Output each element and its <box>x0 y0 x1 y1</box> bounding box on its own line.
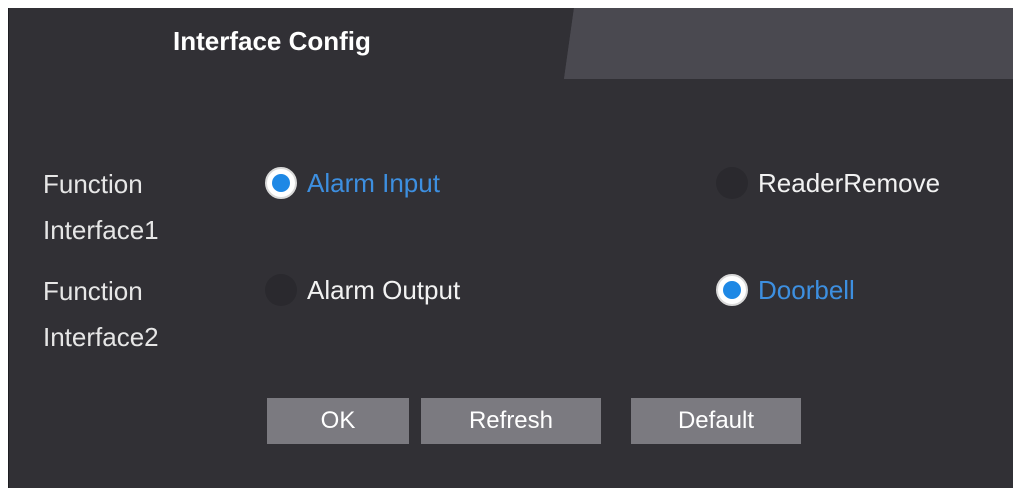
radio-doorbell-label: Doorbell <box>758 274 855 305</box>
ok-button[interactable]: OK <box>267 398 409 444</box>
tab-strip-background <box>564 8 1013 79</box>
refresh-button[interactable]: Refresh <box>421 398 601 444</box>
interface-config-panel: Interface Config Function Interface1 Ala… <box>8 8 1013 488</box>
function-interface2-label-line2: Interface2 <box>43 322 159 352</box>
tab-strip-edge <box>554 8 594 79</box>
radio-alarm-input[interactable]: Alarm Input <box>265 167 440 199</box>
radio-unchecked-icon <box>265 274 297 306</box>
function-interface1-label-line2: Interface1 <box>43 215 159 245</box>
radio-unchecked-icon <box>716 167 748 199</box>
radio-doorbell[interactable]: Doorbell <box>716 274 855 306</box>
radio-alarm-output-label: Alarm Output <box>307 274 461 305</box>
radio-reader-remove[interactable]: ReaderRemove <box>716 167 940 199</box>
radio-checked-icon <box>716 274 748 306</box>
radio-alarm-input-label: Alarm Input <box>307 167 440 198</box>
radio-reader-remove-label: ReaderRemove <box>758 167 941 198</box>
radio-checked-icon <box>265 167 297 199</box>
radio-alarm-output[interactable]: Alarm Output <box>265 274 460 306</box>
tab-interface-config[interactable]: Interface Config <box>173 26 371 57</box>
function-interface2-label-line1: Function <box>43 276 143 306</box>
default-button[interactable]: Default <box>631 398 801 444</box>
function-interface1-label-line1: Function <box>43 169 143 199</box>
